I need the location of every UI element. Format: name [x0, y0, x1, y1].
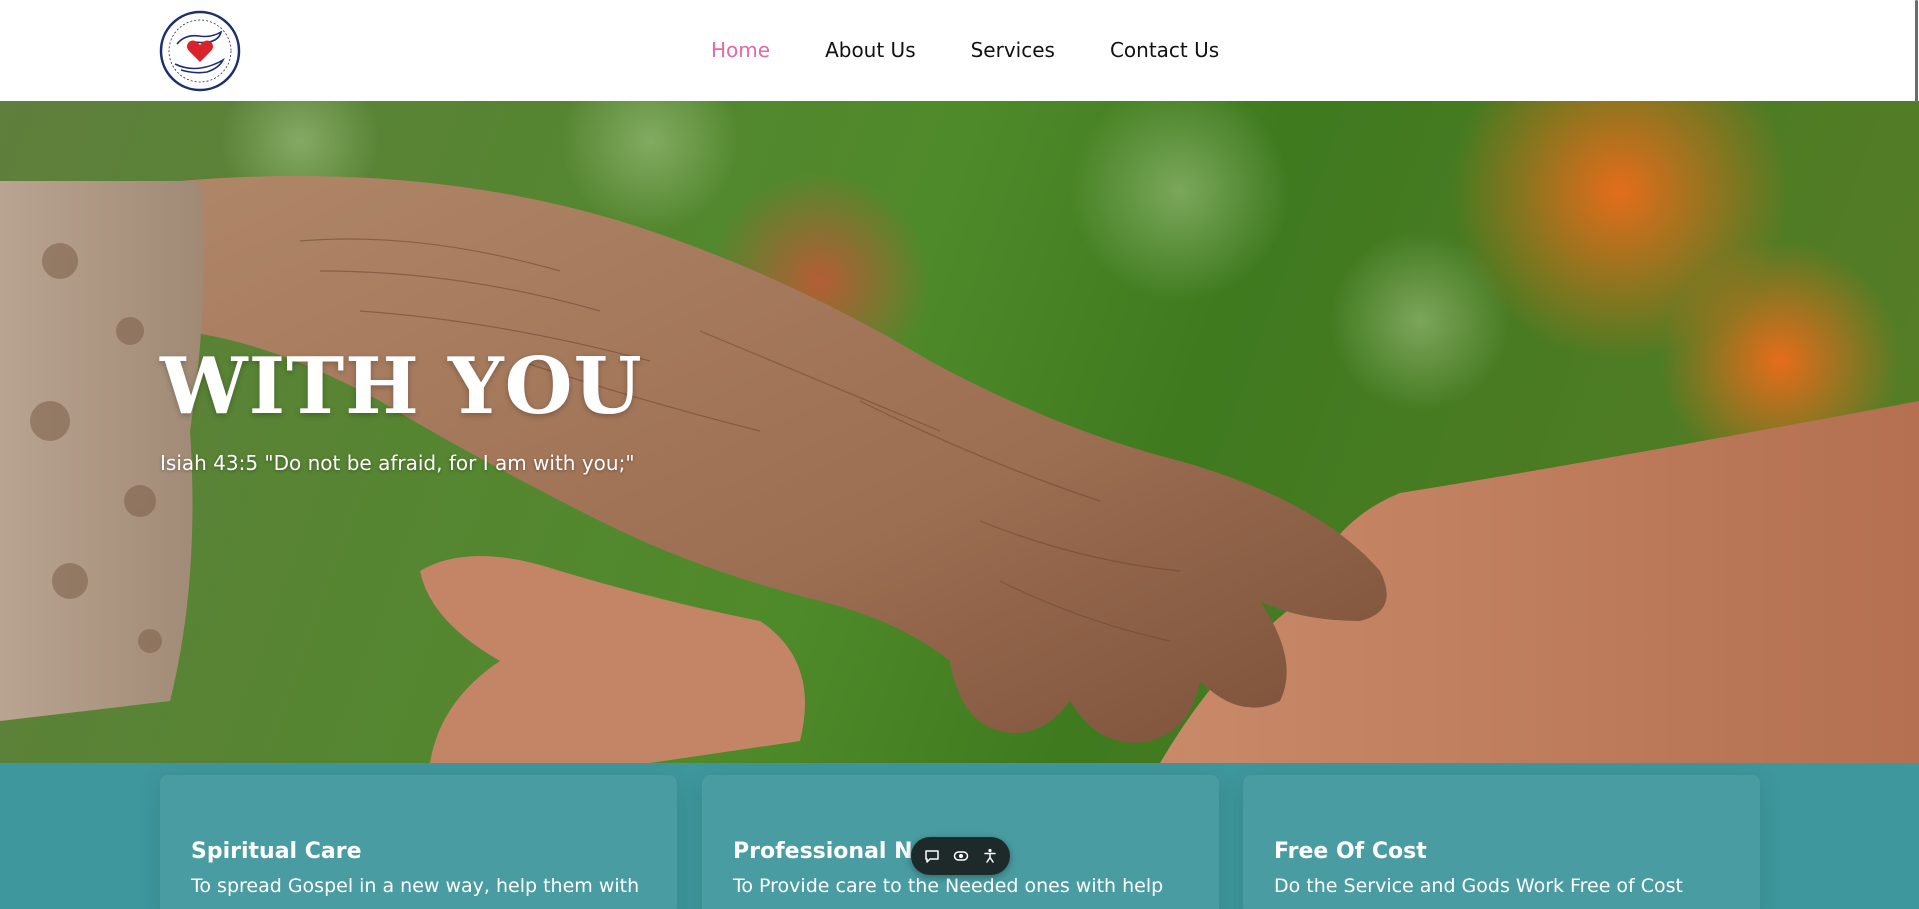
floating-toolbar — [911, 837, 1010, 875]
accessibility-icon[interactable] — [979, 845, 1001, 867]
hero-banner: WITH YOU Isiah 43:5 "Do not be afraid, f… — [0, 101, 1919, 763]
main-nav: Home About Us Services Contact Us — [711, 34, 1219, 66]
feature-title: Free Of Cost — [1274, 839, 1427, 864]
hero-title: WITH YOU — [160, 341, 643, 432]
hero-quote: Isiah 43:5 "Do not be afraid, for I am w… — [160, 451, 635, 475]
feature-title: Professional Nur — [733, 839, 940, 864]
feature-card-free-of-cost: Free Of Cost Do the Service and Gods Wor… — [1243, 775, 1760, 909]
site-header: Home About Us Services Contact Us — [0, 0, 1919, 102]
hero-background-image — [0, 101, 1919, 763]
nav-services[interactable]: Services — [971, 34, 1055, 66]
features-section: Spiritual Care To spread Gospel in a new… — [0, 763, 1919, 909]
nav-about-us[interactable]: About Us — [825, 34, 916, 66]
nav-contact-us[interactable]: Contact Us — [1110, 34, 1219, 66]
feature-text: To Provide care to the Needed ones with … — [733, 875, 1164, 897]
page: Home About Us Services Contact Us WITH Y… — [0, 0, 1919, 909]
hands-heart-logo-icon — [159, 10, 241, 92]
feature-card-spiritual-care: Spiritual Care To spread Gospel in a new… — [160, 775, 677, 909]
page-scrollbar[interactable] — [1913, 0, 1919, 909]
feature-text: Do the Service and Gods Work Free of Cos… — [1274, 875, 1684, 897]
feature-text: To spread Gospel in a new way, help them… — [191, 875, 640, 897]
view-icon[interactable] — [950, 845, 972, 867]
scrollbar-thumb[interactable] — [1915, 0, 1918, 102]
logo[interactable] — [159, 10, 241, 92]
feature-title: Spiritual Care — [191, 839, 362, 864]
nav-home[interactable]: Home — [711, 34, 770, 66]
chat-icon[interactable] — [921, 845, 943, 867]
